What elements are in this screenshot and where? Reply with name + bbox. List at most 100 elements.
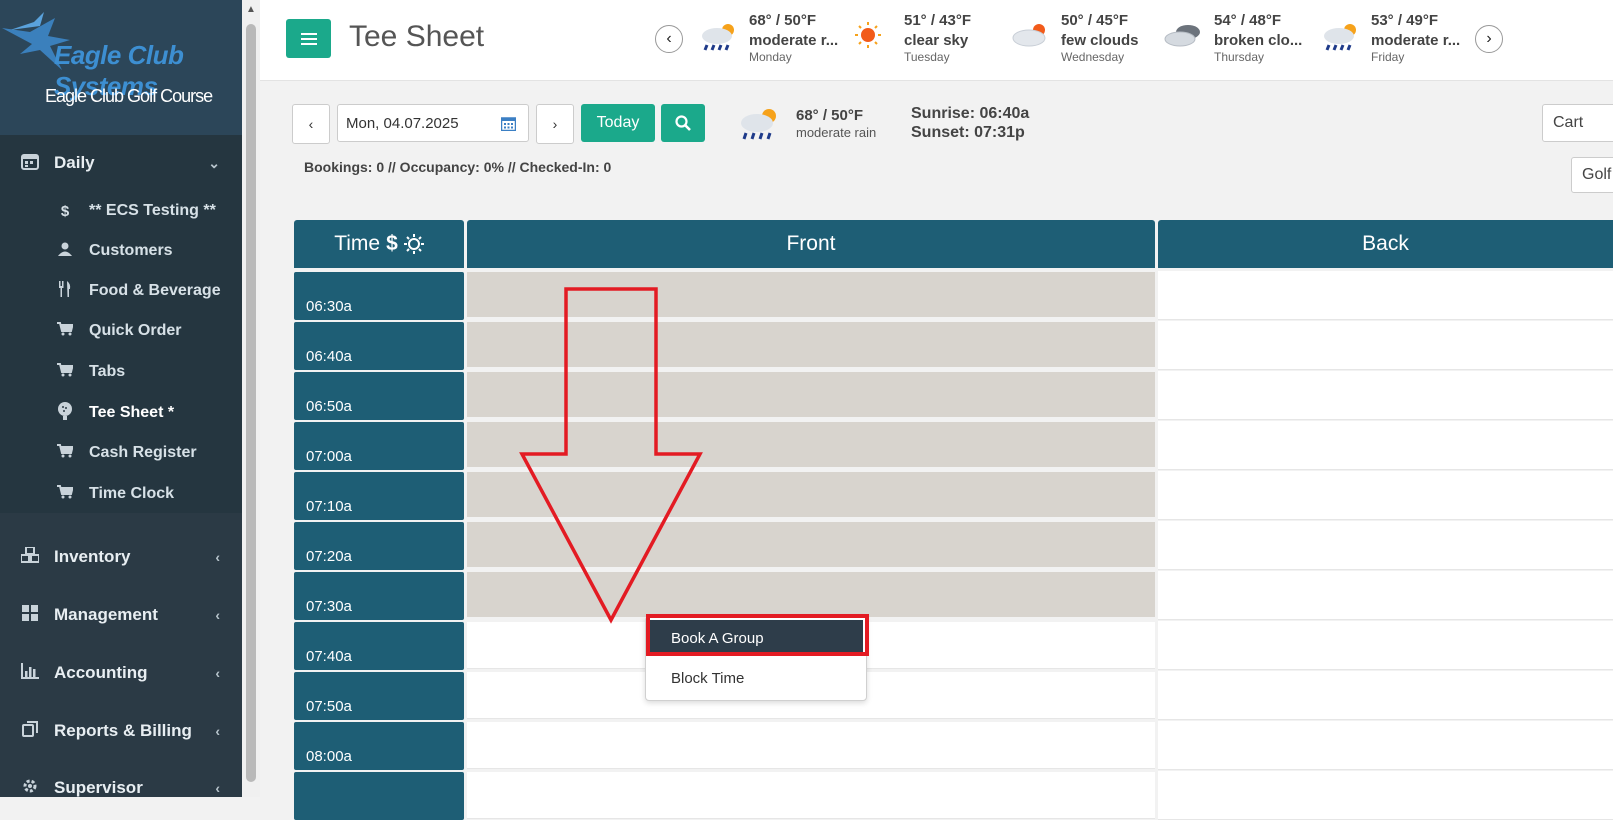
broken-clouds-icon — [1164, 25, 1200, 47]
sidebar-section-label: Management — [54, 605, 158, 624]
sidebar-section-inventory[interactable]: Inventory ‹ — [0, 537, 242, 577]
date-value: Mon, 04.07.2025 — [346, 114, 459, 132]
tee-time-slot[interactable]: 06:50a — [294, 372, 464, 420]
cart-icon — [55, 444, 75, 462]
forecast-temp: 68° / 50°F — [749, 12, 817, 29]
tee-time-label: 07:00a — [306, 448, 352, 465]
chevron-left-icon: ‹ — [215, 723, 220, 739]
back-slot[interactable] — [1158, 571, 1613, 620]
sidebar-item-customers[interactable]: Customers — [0, 233, 242, 269]
forecast-day: Thursday — [1214, 50, 1265, 64]
prev-day-button[interactable]: ‹ — [292, 104, 330, 144]
forecast-day: Wednesday — [1061, 50, 1125, 64]
sidebar-item-food-beverage[interactable]: Food & Beverage — [0, 273, 242, 309]
hamburger-icon — [300, 32, 317, 45]
scrollbar-thumb[interactable] — [246, 24, 256, 782]
bar-chart-icon — [20, 662, 40, 684]
menu-toggle-button[interactable] — [286, 19, 331, 58]
sidebar-section-management[interactable]: Management ‹ — [0, 595, 242, 635]
sidebar-item-time-clock[interactable]: Time Clock — [0, 476, 242, 512]
back-slot[interactable] — [1158, 621, 1613, 670]
forecast-day: Monday — [749, 50, 792, 64]
back-slot[interactable] — [1158, 371, 1613, 420]
forecast-day: Friday — [1371, 50, 1405, 64]
sidebar-section-label: Inventory — [54, 547, 131, 566]
back-slot[interactable] — [1158, 721, 1613, 770]
sidebar-section-supervisor[interactable]: Supervisor ‹ — [0, 768, 242, 797]
tee-time-label: 07:50a — [306, 698, 352, 715]
tee-time-slot[interactable]: 07:40a — [294, 622, 464, 670]
forecast-desc: broken clo... — [1214, 32, 1303, 49]
sun-icon[interactable] — [403, 234, 424, 254]
sidebar-section-reports-billing[interactable]: Reports & Billing ‹ — [0, 711, 242, 751]
forecast-next-button[interactable]: › — [1475, 25, 1503, 53]
chevron-right-icon: › — [552, 116, 558, 132]
sidebar-section-daily[interactable]: Daily ⌄ — [0, 143, 242, 183]
sidebar-section-accounting[interactable]: Accounting ‹ — [0, 653, 242, 693]
current-temp: 68° / 50°F — [796, 107, 864, 124]
forecast-desc: clear sky — [904, 32, 969, 49]
back-slot[interactable] — [1158, 271, 1613, 320]
sidebar-item-cash-register[interactable]: Cash Register — [0, 435, 242, 471]
back-slot[interactable] — [1158, 771, 1613, 820]
back-slot[interactable] — [1158, 671, 1613, 720]
rain-sun-icon — [1324, 24, 1356, 51]
rain-sun-icon — [741, 109, 776, 140]
front-slot-blocked[interactable] — [467, 322, 1155, 369]
back-slot[interactable] — [1158, 421, 1613, 470]
back-slot[interactable] — [1158, 521, 1613, 570]
cart-icon — [55, 485, 75, 503]
copy-icon — [20, 720, 40, 742]
front-slot-blocked[interactable] — [467, 472, 1155, 519]
front-slot-blocked[interactable] — [467, 272, 1155, 319]
tee-time-label: 07:20a — [306, 548, 352, 565]
sidebar-item-tabs[interactable]: Tabs — [0, 354, 242, 390]
scroll-up-arrow-icon[interactable]: ▲ — [246, 4, 256, 15]
front-slot-blocked[interactable] — [467, 422, 1155, 469]
course-name: Eagle Club Golf Course — [45, 86, 213, 106]
today-button[interactable]: Today — [581, 104, 655, 142]
back-slot[interactable] — [1158, 471, 1613, 520]
sunrise-time: Sunrise: 06:40a — [911, 105, 1030, 122]
cart-icon — [55, 363, 75, 381]
golf-select[interactable]: Golf — [1571, 157, 1613, 193]
page-title: Tee Sheet — [349, 20, 485, 53]
tee-time-slot[interactable]: 07:30a — [294, 572, 464, 620]
front-slot-blocked[interactable] — [467, 522, 1155, 569]
cart-icon — [55, 322, 75, 340]
front-slot-blocked[interactable] — [467, 572, 1155, 619]
forecast-desc: moderate r... — [749, 32, 839, 49]
tee-time-slot[interactable] — [294, 772, 464, 820]
sidebar-item-ecs-testing[interactable]: $ ** ECS Testing ** — [0, 193, 242, 229]
tee-time-slot[interactable]: 06:40a — [294, 322, 464, 370]
tee-time-label: 07:40a — [306, 648, 352, 665]
tee-time-slot[interactable]: 07:50a — [294, 672, 464, 720]
tee-time-slot[interactable]: 08:00a — [294, 722, 464, 770]
block-time-menu-item[interactable]: Block Time — [649, 661, 863, 695]
tee-time-label: 06:50a — [306, 398, 352, 415]
chevron-left-icon: ‹ — [308, 116, 314, 132]
forecast-prev-button[interactable]: ‹ — [655, 25, 683, 53]
book-a-group-menu-item[interactable]: Book A Group — [649, 620, 863, 656]
next-day-button[interactable]: › — [536, 104, 574, 144]
sidebar-item-tee-sheet[interactable]: Tee Sheet * — [0, 395, 242, 431]
brand-area: Eagle Club Systems Eagle Club Golf Cours… — [0, 0, 242, 135]
chevron-down-icon: ⌄ — [208, 154, 220, 171]
calendar-icon[interactable] — [501, 116, 516, 131]
front-slot-blocked[interactable] — [467, 372, 1155, 419]
cart-select[interactable]: Cart — [1542, 104, 1613, 142]
front-slot-open[interactable] — [467, 722, 1155, 769]
date-input[interactable]: Mon, 04.07.2025 — [337, 104, 529, 142]
tee-time-slot[interactable]: 06:30a — [294, 272, 464, 320]
tee-time-slot[interactable]: 07:20a — [294, 522, 464, 570]
sidebar-item-quick-order[interactable]: Quick Order — [0, 313, 242, 349]
front-slot-open[interactable] — [467, 772, 1155, 819]
back-slot[interactable] — [1158, 321, 1613, 370]
search-button[interactable] — [661, 104, 705, 142]
dollar-icon[interactable]: $ — [386, 232, 398, 256]
tee-time-slot[interactable]: 07:00a — [294, 422, 464, 470]
sidebar-scrollbar[interactable]: ▲ — [242, 0, 260, 797]
utensils-icon — [55, 281, 75, 301]
chevron-left-icon: ‹ — [666, 30, 672, 47]
tee-time-slot[interactable]: 07:10a — [294, 472, 464, 520]
